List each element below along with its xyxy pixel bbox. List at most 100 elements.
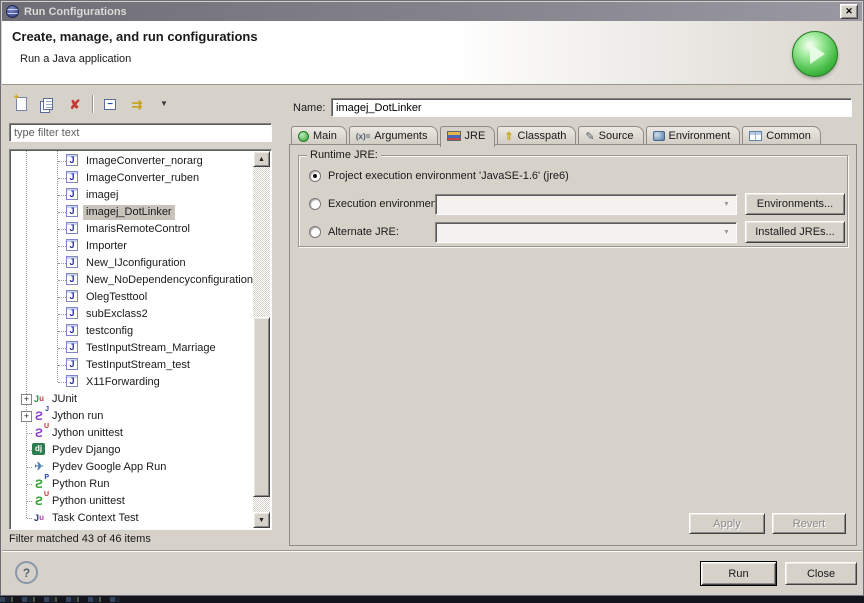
arguments-tab-icon: (x)=: [356, 132, 370, 141]
project-execution-env-label: Project execution environment 'JavaSE-1.…: [328, 170, 569, 182]
new-launch-config-button[interactable]: [11, 94, 31, 114]
tree-item[interactable]: J TestInputStream_Marriage: [11, 340, 253, 357]
scroll-down-icon[interactable]: ▼: [253, 512, 270, 528]
run-banner-icon: [792, 31, 838, 77]
tree-item[interactable]: JsubExclass2: [11, 306, 253, 323]
tree-scrollbar[interactable]: ▲ ▼: [253, 151, 270, 528]
scroll-up-icon[interactable]: ▲: [253, 151, 270, 167]
tab-main[interactable]: Main: [291, 126, 347, 145]
project-execution-env-radio[interactable]: [309, 170, 321, 182]
taskbar-edge-pixels: [0, 597, 120, 602]
tree-item[interactable]: JOlegTesttool: [11, 289, 253, 306]
tab-source[interactable]: ✎ Source: [578, 126, 643, 145]
tab-environment[interactable]: Environment: [646, 126, 741, 145]
tree-item-label: imagej_DotLinker: [83, 205, 175, 220]
revert-button[interactable]: Revert: [772, 513, 846, 534]
alternate-jre-combo[interactable]: ▼: [435, 222, 737, 243]
tab-label: Main: [313, 130, 337, 142]
tree-item[interactable]: JImarisRemoteControl: [11, 221, 253, 238]
classpath-tab-icon: ⇑: [504, 130, 513, 143]
jre-tab-icon: [447, 131, 461, 141]
jython-unittest-icon: ϩU: [32, 426, 46, 440]
window-title: Run Configurations: [24, 6, 127, 18]
collapse-all-button[interactable]: −: [100, 94, 120, 114]
filter-configs-button[interactable]: ⇉: [127, 94, 147, 114]
close-window-icon[interactable]: ✕: [840, 4, 858, 19]
java-app-icon: J: [66, 341, 78, 353]
runtime-jre-group: Runtime JRE: Project execution environme…: [298, 155, 848, 247]
tree-connector: [58, 348, 66, 349]
toolbar-menu-button[interactable]: ▼: [154, 94, 174, 114]
scrollbar-thumb[interactable]: [253, 317, 270, 497]
combo-dropdown-icon[interactable]: ▼: [718, 196, 735, 213]
tree-item[interactable]: ϩUJython unittest: [11, 425, 253, 442]
config-tabs: Main (x)= Arguments JRE ⇑ Classpath ✎ So…: [291, 124, 823, 145]
tree-item[interactable]: JImageConverter_ruben: [11, 170, 253, 187]
eclipse-icon: [6, 5, 19, 18]
java-app-icon: J: [66, 358, 78, 370]
combo-dropdown-icon[interactable]: ▼: [718, 224, 735, 241]
run-button[interactable]: Run: [700, 561, 777, 586]
source-tab-icon: ✎: [585, 130, 594, 143]
java-app-icon: J: [66, 239, 78, 251]
tree-connector: [58, 331, 66, 332]
close-button[interactable]: Close: [785, 562, 857, 585]
delete-icon: ✘: [70, 98, 81, 111]
name-input[interactable]: [331, 98, 852, 117]
installed-jres-button[interactable]: Installed JREs...: [745, 221, 845, 243]
header-subtitle: Run a Java application: [20, 53, 131, 65]
java-app-icon: J: [66, 307, 78, 319]
java-app-icon: J: [66, 222, 78, 234]
tree-connector: [58, 195, 66, 196]
execution-environment-combo[interactable]: ▼: [435, 194, 737, 215]
tree-item[interactable]: JuTask Context Test: [11, 510, 253, 527]
collapse-all-icon: −: [104, 99, 116, 110]
duplicate-icon: [43, 98, 53, 110]
tree-item[interactable]: Jimagej_DotLinker: [11, 204, 253, 221]
tab-common[interactable]: Common: [742, 126, 821, 145]
tree-viewport: JImageConverter_norargJImageConverter_ru…: [11, 151, 253, 528]
tree-connector: [58, 229, 66, 230]
tree-item[interactable]: ϩUPython unittest: [11, 493, 253, 510]
tree-item[interactable]: djPydev Django: [11, 442, 253, 459]
tree-item[interactable]: J Importer: [11, 238, 253, 255]
alternate-jre-radio[interactable]: [309, 226, 321, 238]
expand-toggle-icon[interactable]: +: [21, 394, 32, 405]
help-button[interactable]: ?: [15, 561, 38, 584]
expand-toggle-icon[interactable]: +: [21, 411, 32, 422]
environments-button[interactable]: Environments...: [745, 193, 845, 215]
tab-label: Common: [766, 130, 811, 142]
tree-item[interactable]: Jtestconfig: [11, 323, 253, 340]
tab-label: Arguments: [374, 130, 427, 142]
tree-item[interactable]: JNew_IJconfiguration: [11, 255, 253, 272]
duplicate-launch-config-button[interactable]: [38, 94, 58, 114]
tab-jre[interactable]: JRE: [440, 126, 496, 147]
delete-launch-config-button[interactable]: ✘: [65, 94, 85, 114]
tree-item-label: Python Run: [49, 477, 112, 492]
python-run-icon: ϩP: [32, 477, 46, 491]
tab-label: Classpath: [518, 130, 567, 142]
pydev-django-icon: dj: [32, 443, 45, 455]
execution-environment-radio[interactable]: [309, 198, 321, 210]
title-bar[interactable]: Run Configurations ✕: [2, 2, 862, 21]
tree-item-label: testconfig: [83, 324, 136, 339]
tree-item[interactable]: JNew_NoDependencyconfiguration: [11, 272, 253, 289]
task-context-test-icon: Ju: [32, 511, 46, 525]
tree-item-label: ImageConverter_ruben: [83, 171, 202, 186]
tree-item[interactable]: JTestInputStream_test: [11, 357, 253, 374]
apply-button[interactable]: Apply: [689, 513, 765, 534]
jython-run-icon: ϩJ: [32, 409, 46, 423]
tree-item-label: TestInputStream_Marriage: [83, 341, 219, 356]
tree-item[interactable]: JX11Forwarding: [11, 374, 253, 391]
screen-edge-strip: [0, 596, 864, 603]
filter-input[interactable]: [9, 123, 272, 142]
java-app-icon: J: [66, 154, 78, 166]
tree-item[interactable]: Jimagej: [11, 187, 253, 204]
tree-item-label: Importer: [83, 239, 130, 254]
group-title: Runtime JRE:: [307, 149, 381, 161]
tab-classpath[interactable]: ⇑ Classpath: [497, 126, 576, 145]
tab-arguments[interactable]: (x)= Arguments: [349, 126, 438, 145]
tree-item[interactable]: JImageConverter_norarg: [11, 153, 253, 170]
tree-connector: [58, 314, 66, 315]
java-app-icon: J: [66, 290, 78, 302]
